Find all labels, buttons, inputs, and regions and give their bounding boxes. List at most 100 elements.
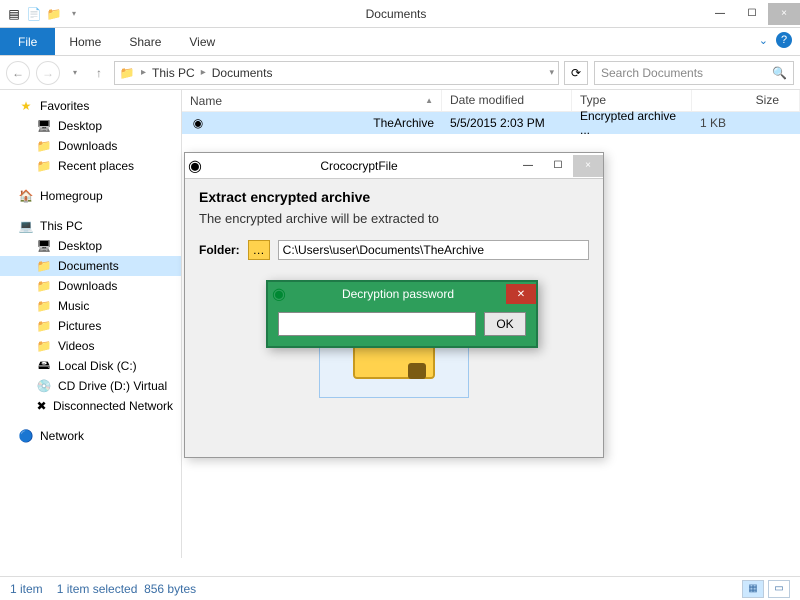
refresh-button[interactable]: ⟳ [564,61,588,85]
drive-icon: 🖴 [36,358,52,374]
downloads-icon: 📁 [36,278,52,294]
search-input[interactable]: Search Documents 🔍 [594,61,794,85]
search-placeholder: Search Documents [601,66,703,80]
properties-icon[interactable]: ▤ [6,6,22,22]
network-icon: 🔵 [18,428,34,444]
details-view-button[interactable]: ▦ [742,580,764,598]
password-input[interactable] [278,312,476,336]
status-bytes: 856 bytes [144,582,196,596]
forward-button[interactable]: → [36,61,60,85]
tree-favorites[interactable]: ★Favorites [0,96,181,116]
crococrypt-title: CrococryptFile [205,159,513,173]
recent-icon: 📁 [36,158,52,174]
col-date[interactable]: Date modified [442,90,572,111]
desktop-icon: 🖥 [36,118,52,134]
open-folder-icon[interactable]: 📁 [46,6,62,22]
password-dialog: ◉ Decryption password ✕ OK [266,280,538,348]
col-size[interactable]: Size [692,90,800,111]
tree-item-music[interactable]: 📁Music [0,296,181,316]
croco-heading: Extract encrypted archive [199,189,589,205]
file-row[interactable]: ◉TheArchive 5/5/2015 2:03 PM Encrypted a… [182,112,800,134]
col-type[interactable]: Type [572,90,692,111]
music-icon: 📁 [36,298,52,314]
password-icon: ◉ [268,284,290,304]
croco-minimize-button[interactable]: — [513,155,543,177]
archive-icon: ◉ [190,115,206,131]
croco-maximize-button[interactable]: ☐ [543,155,573,177]
homegroup-icon: 🏠 [18,188,34,204]
tree-network[interactable]: 🔵Network [0,426,181,446]
tree-item-cd-drive[interactable]: 💿CD Drive (D:) Virtual [0,376,181,396]
tree-this-pc[interactable]: 💻This PC [0,216,181,236]
minimize-button[interactable]: — [704,3,736,25]
up-button[interactable]: ↑ [90,61,108,85]
sort-asc-icon: ▲ [425,96,433,105]
tree-item-downloads[interactable]: 📁Downloads [0,276,181,296]
new-folder-icon[interactable]: 📄 [26,6,42,22]
icons-view-button[interactable]: ▭ [768,580,790,598]
file-size: 1 KB [692,116,800,130]
expand-ribbon-icon[interactable]: ⌄ [759,34,768,47]
home-tab[interactable]: Home [55,28,115,55]
documents-icon: 📁 [36,258,52,274]
tree-item-videos[interactable]: 📁Videos [0,336,181,356]
titlebar: ▤ 📄 📁 ▾ Documents — ☐ × [0,0,800,28]
breadcrumb[interactable]: This PC [152,66,195,80]
file-name: TheArchive [373,116,434,130]
star-icon: ★ [18,98,34,114]
folder-icon: 📁 [119,65,135,81]
lock-icon [408,363,426,379]
col-name[interactable]: Name▲ [182,90,442,111]
share-tab[interactable]: Share [115,28,175,55]
maximize-button[interactable]: ☐ [736,3,768,25]
tree-item-recent[interactable]: 📁Recent places [0,156,181,176]
browse-folder-button[interactable]: … [248,240,270,260]
password-titlebar: ◉ Decryption password ✕ [268,282,536,306]
chevron-right-icon: ▸ [141,67,146,78]
cd-icon: 💿 [36,378,52,394]
pictures-icon: 📁 [36,318,52,334]
password-title: Decryption password [290,287,506,301]
folder-label: Folder: [199,243,240,257]
nav-tree: ★Favorites 🖥Desktop 📁Downloads 📁Recent p… [0,90,182,558]
tree-item-desktop[interactable]: 🖥Desktop [0,116,181,136]
downloads-icon: 📁 [36,138,52,154]
tree-item-local-disk[interactable]: 🖴Local Disk (C:) [0,356,181,376]
navbar: ← → ▾ ↑ 📁 ▸ This PC ▸ Documents ▾ ⟳ Sear… [0,56,800,90]
tree-item-desktop[interactable]: 🖥Desktop [0,236,181,256]
ribbon: File Home Share View ⌄ ? [0,28,800,56]
tree-item-documents[interactable]: 📁Documents [0,256,181,276]
help-icon[interactable]: ? [776,32,792,48]
qat-dropdown-icon[interactable]: ▾ [66,6,82,22]
tree-homegroup[interactable]: 🏠Homegroup [0,186,181,206]
quick-access-toolbar: ▤ 📄 📁 ▾ [0,6,88,22]
back-button[interactable]: ← [6,61,30,85]
croco-close-button[interactable]: × [573,155,603,177]
ok-button[interactable]: OK [484,312,526,336]
status-selection: 1 item selected [57,582,138,596]
history-dropdown-icon[interactable]: ▾ [66,61,84,85]
status-bar: 1 item 1 item selected 856 bytes ▦ ▭ [0,576,800,600]
tree-item-pictures[interactable]: 📁Pictures [0,316,181,336]
crococrypt-titlebar: ◉ CrococryptFile — ☐ × [185,153,603,179]
address-dropdown-icon[interactable]: ▾ [549,67,554,78]
croco-description: The encrypted archive will be extracted … [199,211,589,226]
file-tab[interactable]: File [0,28,55,55]
pc-icon: 💻 [18,218,34,234]
breadcrumb[interactable]: Documents [212,66,273,80]
crococrypt-icon: ◉ [185,156,205,176]
close-button[interactable]: × [768,3,800,25]
netdrive-icon: ✖ [36,398,47,414]
videos-icon: 📁 [36,338,52,354]
file-type: Encrypted archive ... [572,109,692,137]
tree-item-network-drive[interactable]: ✖Disconnected Network [0,396,181,416]
desktop-icon: 🖥 [36,238,52,254]
password-close-button[interactable]: ✕ [506,284,536,304]
view-tab[interactable]: View [175,28,229,55]
address-bar[interactable]: 📁 ▸ This PC ▸ Documents ▾ [114,61,559,85]
column-headers: Name▲ Date modified Type Size [182,90,800,112]
search-icon: 🔍 [772,66,787,80]
folder-path-input[interactable] [278,240,589,260]
tree-item-downloads[interactable]: 📁Downloads [0,136,181,156]
window-title: Documents [88,7,704,21]
